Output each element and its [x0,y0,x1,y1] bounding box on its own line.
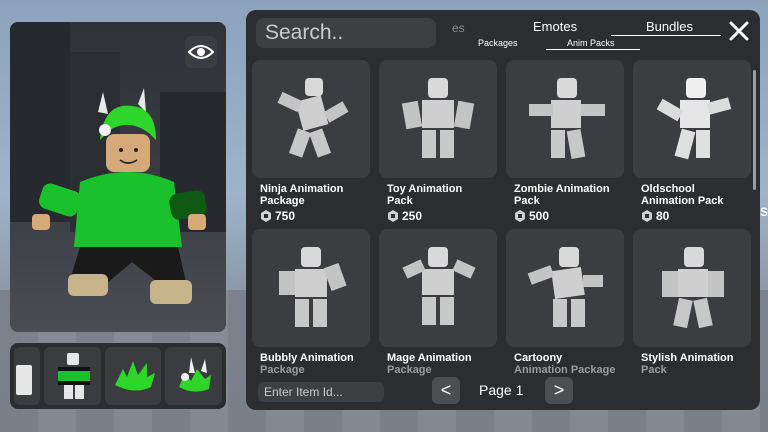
item-thumbnail [379,229,497,347]
item-grid: Ninja Animation Package 750 Toy Animation… [252,60,752,380]
bubbly-rig-icon [279,247,347,327]
item-name: Stylish Animation Pack [641,352,734,376]
item-price: 500 [506,209,624,223]
grid-scrollbar[interactable] [753,70,756,190]
item-name: Bubbly Animation Package [260,352,354,376]
item-card[interactable]: Ninja Animation Package 750 [252,60,370,223]
mage-rig-icon [402,247,476,325]
subtab-underline [546,49,640,50]
offscreen-panel-edge[interactable]: S [760,205,768,219]
equipped-item-slot[interactable] [104,347,162,405]
next-page-button[interactable]: > [545,377,573,404]
item-name: Ninja Animation Package [260,183,344,207]
item-thumbnail [506,60,624,178]
item-name: Mage Animation Package [387,352,472,376]
equipped-items-strip [10,343,226,409]
tab-bundles[interactable]: Bundles [646,19,693,34]
ninja-rig-icon [277,78,349,158]
close-icon[interactable] [728,20,750,42]
tab-emotes[interactable]: Emotes [533,19,577,34]
stylish-rig-icon [662,247,724,329]
eye-icon [188,45,214,59]
robux-icon [261,210,271,222]
item-name: Toy Animation Pack [387,183,463,207]
item-thumbnail [252,60,370,178]
avatar-preview [10,22,226,332]
catalog-panel: Search.. es Emotes Bundles Packages Anim… [246,10,760,410]
green-shirt-item-icon [57,353,90,399]
cartoony-rig-icon [527,247,603,327]
item-card[interactable]: Toy Animation Pack 250 [379,60,497,223]
robux-icon [515,210,525,222]
subtab-anim-packs[interactable]: Anim Packs [567,38,615,48]
equipped-item-slot[interactable] [165,347,222,405]
toggle-view-button[interactable] [185,36,217,68]
item-card[interactable]: Mage Animation Package [379,229,497,376]
prev-page-button[interactable]: < [432,377,460,404]
robux-icon [388,210,398,222]
item-thumbnail [506,229,624,347]
item-thumbnail [379,60,497,178]
item-card[interactable]: Oldschool Animation Pack 80 [633,60,751,223]
equipped-item-slot[interactable] [14,347,40,405]
item-card[interactable]: Bubbly Animation Package [252,229,370,376]
item-card[interactable]: Zombie Animation Pack 500 [506,60,624,223]
item-price: 80 [633,209,751,223]
item-price: 250 [379,209,497,223]
horned-hair-item-icon [179,357,212,392]
oldschool-rig-icon [656,78,732,160]
tab-partial[interactable]: es [452,21,465,35]
item-thumbnail [252,229,370,347]
item-card[interactable]: Cartoony Animation Package [506,229,624,376]
zombie-rig-icon [529,78,605,160]
item-name: Oldschool Animation Pack [641,183,724,207]
robux-icon [642,210,652,222]
item-id-input[interactable]: Enter Item Id... [258,382,384,402]
toy-rig-icon [401,78,475,158]
item-name: Cartoony Animation Package [514,352,616,376]
item-thumbnail [633,229,751,347]
subtab-packages[interactable]: Packages [478,38,518,48]
item-price: 750 [252,209,370,223]
equipped-item-slot[interactable] [43,347,101,405]
tab-underline [611,35,721,36]
green-hair-item-icon [114,361,155,391]
search-input[interactable]: Search.. [256,18,436,48]
item-thumbnail [633,60,751,178]
avatar-figure [32,88,207,304]
item-card[interactable]: Stylish Animation Pack [633,229,751,376]
page-indicator: Page 1 [479,382,524,398]
item-name: Zombie Animation Pack [514,183,610,207]
